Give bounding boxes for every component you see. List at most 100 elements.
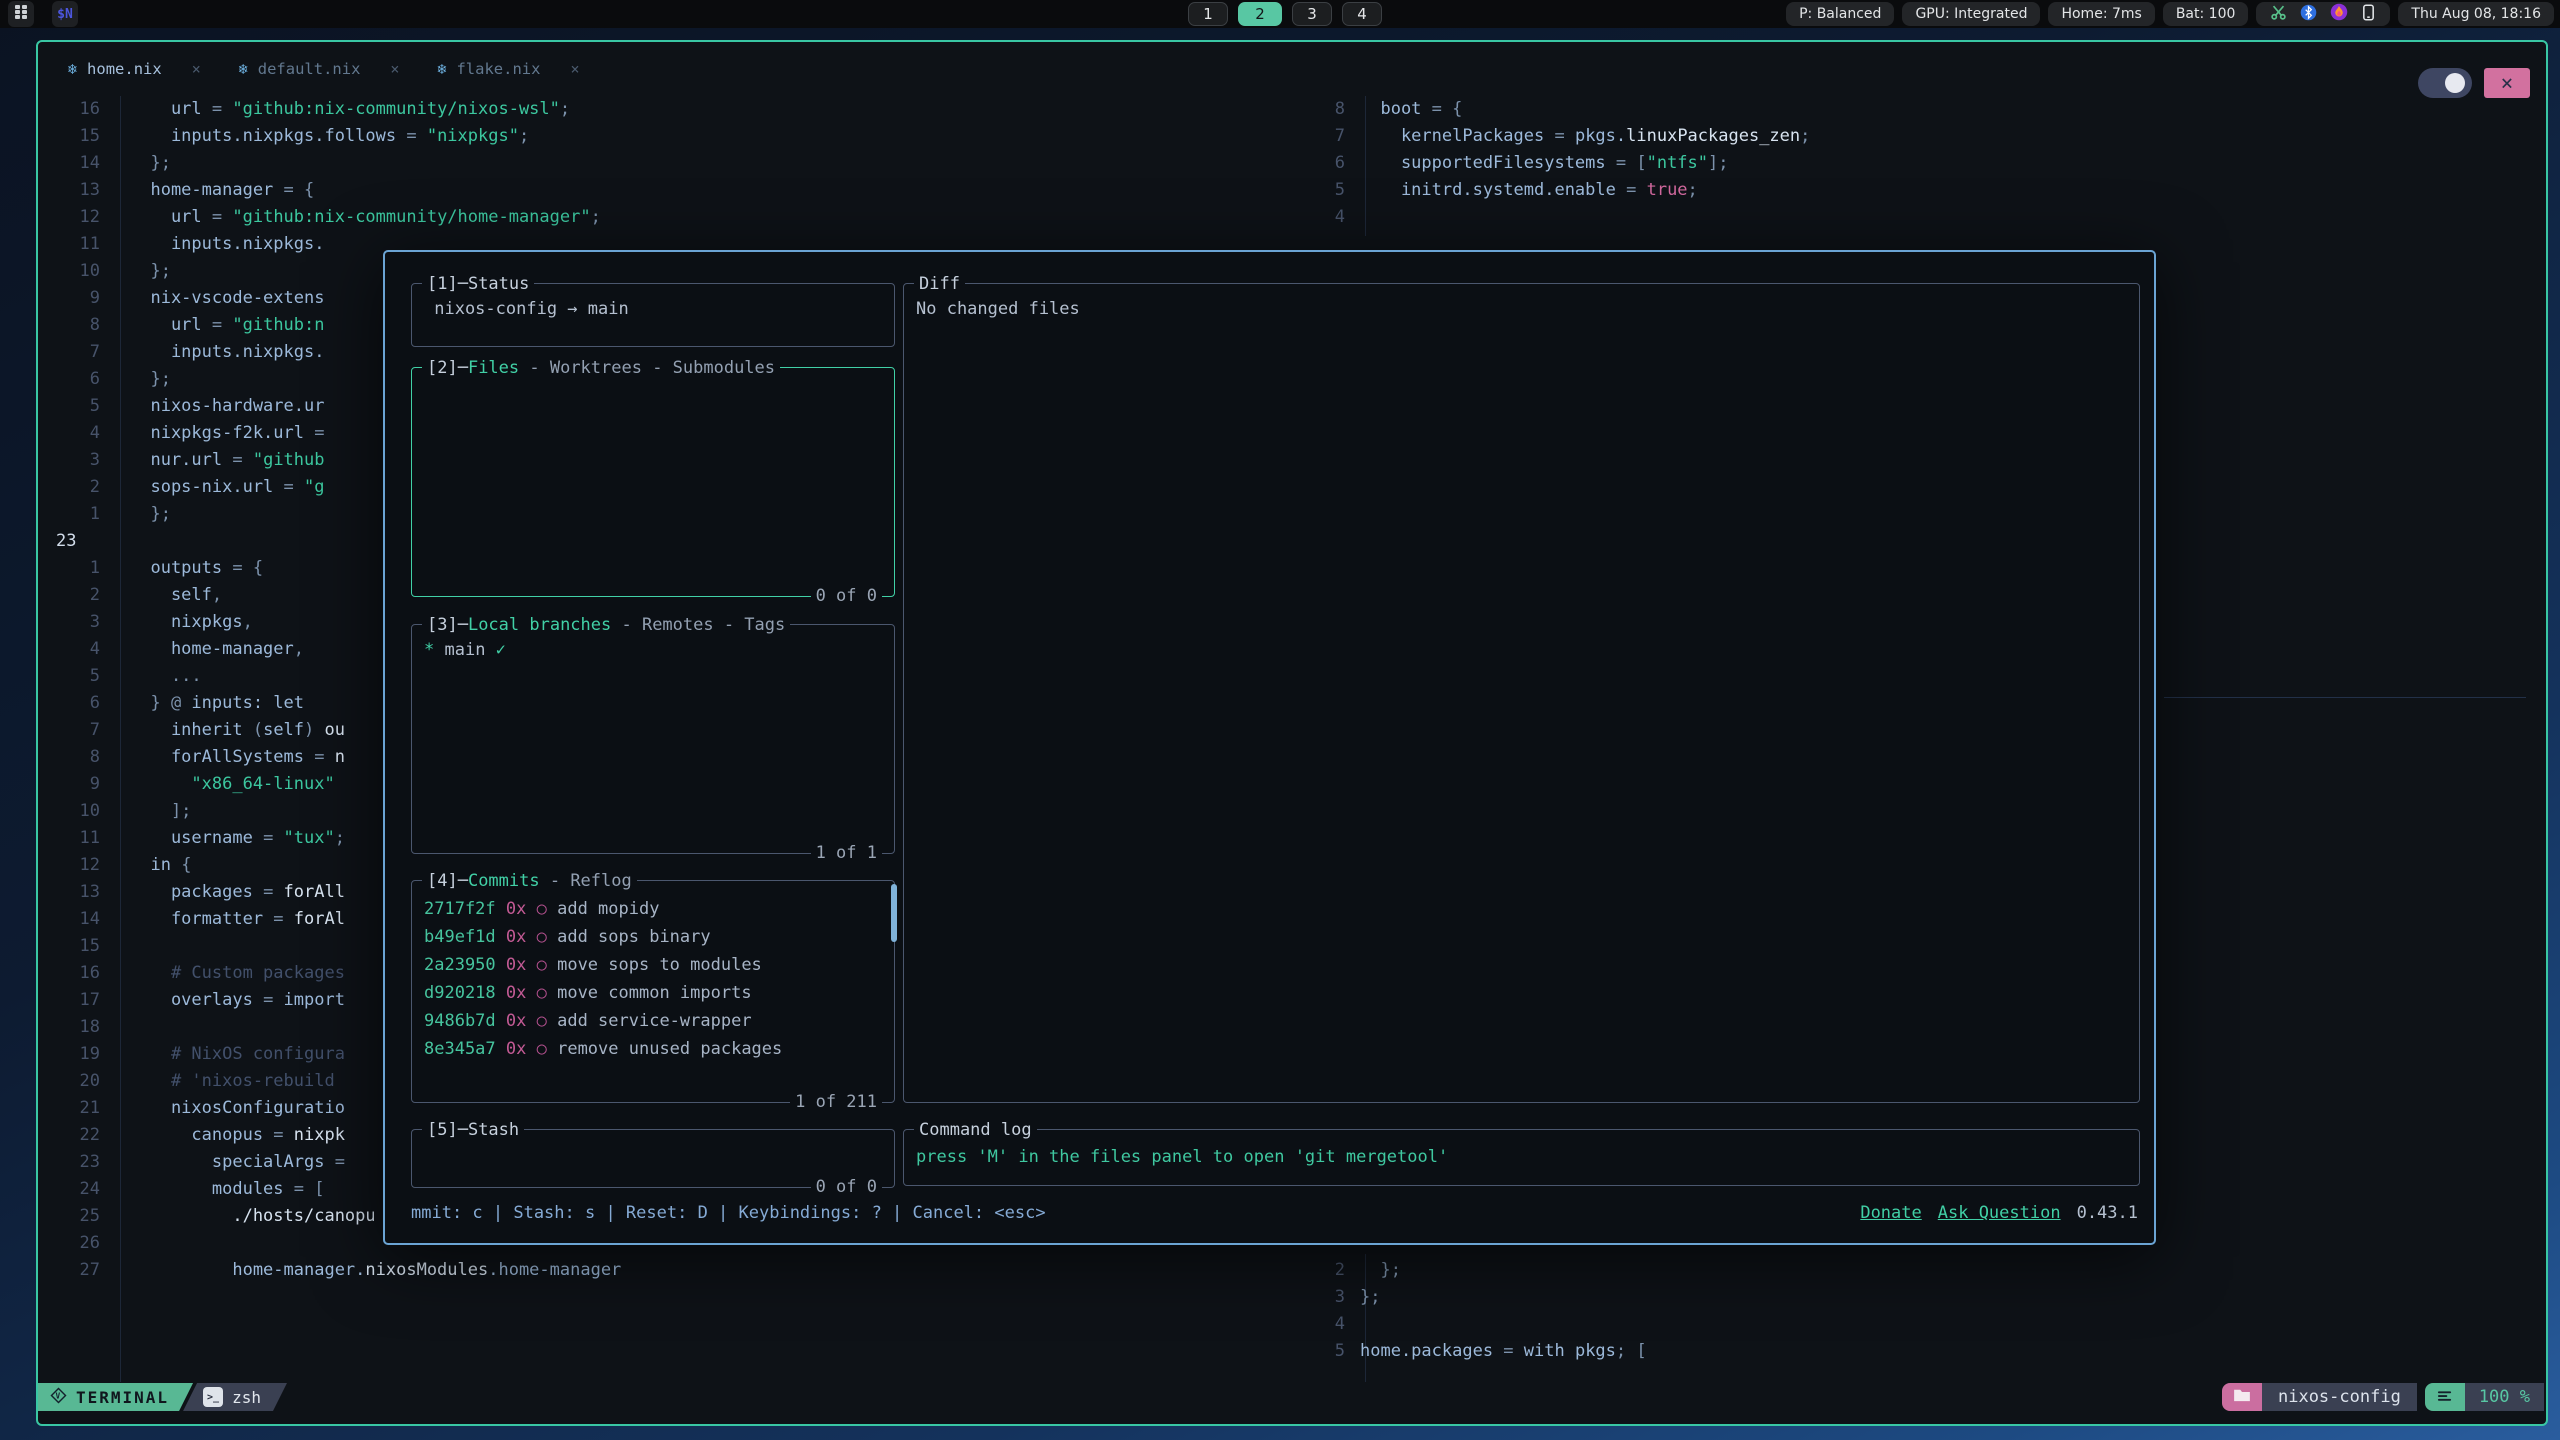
code-row: 4 (1285, 1311, 1360, 1338)
notification-flame-icon[interactable] (2330, 3, 2348, 25)
terminal-prompt-icon: >_ (203, 1387, 223, 1407)
project-name-segment: nixos-config (2262, 1383, 2417, 1411)
commit-message: remove unused packages (547, 1039, 782, 1059)
code-row: 9 "x86_64-linux" (40, 771, 335, 798)
link-ask-question[interactable]: Ask Question (1938, 1203, 2061, 1223)
commit-row[interactable]: b49ef1d 0x ○ add sops binary (424, 923, 711, 951)
code-text (1345, 1311, 1360, 1338)
lazygit-files-panel[interactable]: [2]─Files - Worktrees - Submodules 0 of … (411, 367, 895, 597)
workspace-3[interactable]: 3 (1292, 2, 1332, 26)
code-text: formatter = forAl (100, 906, 345, 933)
code-row: 3 nur.url = "github (40, 447, 325, 474)
device-phone-icon[interactable] (2361, 4, 2376, 25)
commits-count: 1 of 211 (790, 1089, 882, 1115)
code-row: 12 in { (40, 852, 191, 879)
code-text: }; (1345, 1284, 1380, 1311)
pane-toggle-button[interactable] (2418, 68, 2472, 98)
branch-name: main (434, 640, 495, 660)
commit-row[interactable]: 9486b7d 0x ○ add service-wrapper (424, 1007, 752, 1035)
code-row: 11 username = "tux"; (40, 825, 345, 852)
code-row: 11 inputs.nixpkgs. (40, 231, 324, 258)
line-number: 20 (40, 1068, 100, 1095)
code-row: 16 url = "github:nix-community/nixos-wsl… (40, 96, 570, 123)
code-text: inputs.nixpkgs. (100, 339, 324, 366)
code-text: # 'nixos-rebuild (100, 1068, 335, 1095)
lazygit-status-panel[interactable]: [1]─Status nixos-config → main (411, 283, 895, 347)
lazygit-stash-panel[interactable]: [5]─Stash 0 of 0 (411, 1129, 895, 1188)
code-row: 16 # Custom packages (40, 960, 345, 987)
line-number: 5 (1285, 177, 1345, 204)
lazygit-branches-panel[interactable]: [3]─Local branches - Remotes - Tags * ma… (411, 624, 895, 854)
code-row: 24 modules = [ (40, 1176, 324, 1203)
branch-row[interactable]: * main ✓ (424, 640, 506, 660)
code-row: 21 nixosConfiguratio (40, 1095, 345, 1122)
line-number: 11 (40, 825, 100, 852)
link-donate[interactable]: Donate (1860, 1203, 1921, 1223)
lazygit-diff-panel[interactable]: Diff No changed files (903, 283, 2140, 1103)
files-count: 0 of 0 (811, 583, 882, 609)
pill-home: Home: 7ms (2048, 2, 2154, 26)
scroll-badge (2425, 1383, 2465, 1411)
workspace-1[interactable]: 1 (1188, 2, 1228, 26)
commit-node-icon: ○ (537, 955, 547, 975)
mode-segment[interactable]: V TERMINAL (38, 1383, 193, 1411)
line-number: 18 (40, 1014, 100, 1041)
pill-bat: Bat: 100 (2163, 2, 2249, 26)
version-label: 0.43.1 (2077, 1203, 2138, 1223)
line-number: 4 (40, 420, 100, 447)
line-number: 8 (40, 744, 100, 771)
line-number: 15 (40, 933, 100, 960)
top-status-bar: $N 1234 P: BalancedGPU: IntegratedHome: … (0, 0, 2560, 28)
panel-index: [5]─ (427, 1120, 468, 1140)
workspace-switcher: 1234 (1188, 2, 1382, 26)
window-controls: × (2418, 68, 2530, 98)
commit-row[interactable]: 2a23950 0x ○ move sops to modules (424, 951, 762, 979)
app-launcher-button[interactable] (8, 1, 34, 27)
window-close-button[interactable]: × (2484, 68, 2530, 98)
commit-row[interactable]: d920218 0x ○ move common imports (424, 979, 752, 1007)
workspace-4[interactable]: 4 (1342, 2, 1382, 26)
line-number: 6 (1285, 150, 1345, 177)
panel-label: Status (468, 274, 529, 294)
lazygit-floating-pane[interactable]: [1]─Status nixos-config → main [2]─Files… (383, 250, 2156, 1245)
commit-row[interactable]: 2717f2f 0x ○ add mopidy (424, 895, 659, 923)
code-row: 7 inputs.nixpkgs. (40, 339, 324, 366)
code-row: 3}; (1285, 1284, 1380, 1311)
line-number: 12 (40, 204, 100, 231)
code-text: ]; (100, 798, 191, 825)
code-row: 8 boot = { (1285, 96, 1462, 123)
scissors-icon[interactable] (2270, 4, 2287, 25)
line-number: 8 (40, 312, 100, 339)
workspace-2[interactable]: 2 (1238, 2, 1282, 26)
diff-content: No changed files (916, 299, 1080, 319)
branches-panel-title: [3]─Local branches - Remotes - Tags (422, 612, 790, 638)
lazygit-commits-panel[interactable]: [4]─Commits - Reflog 2717f2f 0x ○ add mo… (411, 880, 895, 1103)
tab-flake.nix[interactable]: ❄flake.nix× (437, 60, 579, 78)
tab-close-icon[interactable]: × (570, 60, 579, 78)
code-text: nixosConfiguratio (100, 1095, 345, 1122)
line-number: 13 (40, 879, 100, 906)
lazygit-command-log-panel[interactable]: Command log press 'M' in the files panel… (903, 1129, 2140, 1186)
tab-close-icon[interactable]: × (192, 60, 201, 78)
clock: Thu Aug 08, 18:16 (2398, 2, 2554, 26)
code-row: 23 specialArgs = (40, 1149, 345, 1176)
code-text: }; (100, 258, 171, 285)
lines-icon (2437, 1387, 2452, 1407)
tab-home.nix[interactable]: ❄home.nix× (68, 60, 201, 78)
nix-snowflake-icon: ❄ (239, 60, 248, 78)
shell-tab[interactable]: >_ zsh (183, 1383, 287, 1411)
diff-panel-title: Diff (914, 271, 965, 297)
commit-row[interactable]: 8e345a7 0x ○ remove unused packages (424, 1035, 782, 1063)
line-number: 23 (40, 1149, 100, 1176)
code-row: 17 overlays = import (40, 987, 345, 1014)
panel-label: Stash (468, 1120, 519, 1140)
tab-label: home.nix (87, 60, 162, 78)
vim-icon: V (50, 1387, 67, 1408)
commits-scrollbar[interactable] (891, 884, 897, 942)
nix-shell-badge-label: $N (57, 7, 73, 22)
line-number: 1 (40, 555, 100, 582)
tab-default.nix[interactable]: ❄default.nix× (239, 60, 400, 78)
bluetooth-icon[interactable] (2300, 4, 2317, 25)
panel-label: Diff (919, 274, 960, 294)
tab-close-icon[interactable]: × (390, 60, 399, 78)
